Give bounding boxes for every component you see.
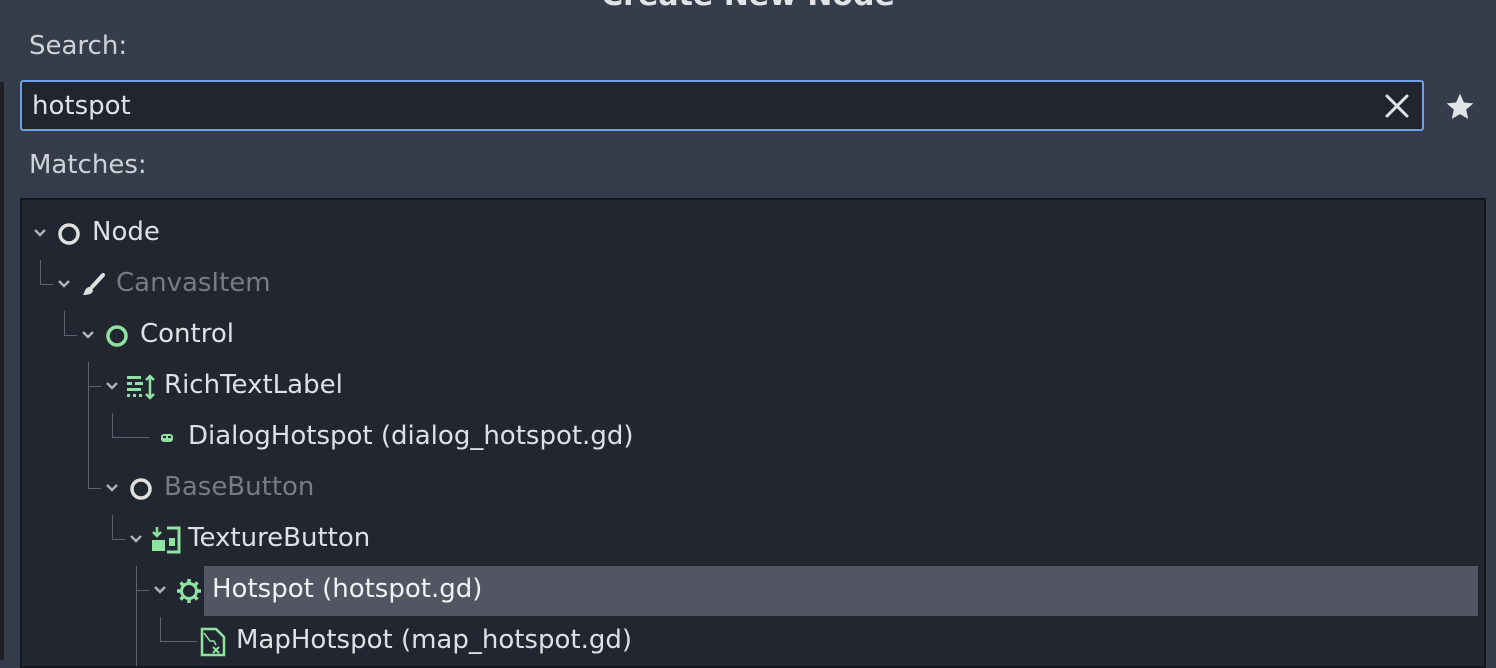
close-icon xyxy=(1385,94,1409,118)
chevron-down-icon[interactable] xyxy=(104,481,120,495)
brush-icon xyxy=(83,273,105,295)
chevron-down-icon[interactable] xyxy=(152,583,168,597)
clear-search-button[interactable] xyxy=(1382,91,1412,121)
tree-item-label: Node xyxy=(92,217,160,247)
tree-item-label: Hotspot (hotspot.gd) xyxy=(212,574,483,604)
tree-item-label: DialogHotspot (dialog_hotspot.gd) xyxy=(188,421,634,451)
star-icon xyxy=(1446,93,1474,119)
search-label: Search: xyxy=(29,31,128,61)
chevron-down-icon[interactable] xyxy=(128,532,144,546)
tree-item-dialoghotspot[interactable]: DialogHotspot (dialog_hotspot.gd) xyxy=(22,412,1478,463)
tree-item-control[interactable]: Control xyxy=(22,310,1478,361)
base-button-circle-icon xyxy=(130,478,152,500)
tree-item-texturebutton[interactable]: TextureButton xyxy=(22,514,1478,565)
tree-item-label: TextureButton xyxy=(188,523,371,553)
chevron-down-icon[interactable] xyxy=(56,277,72,291)
tree-item-node[interactable]: Node xyxy=(22,208,1478,259)
tree-item-label: Control xyxy=(140,319,234,349)
tree-item-label: BaseButton xyxy=(164,472,315,502)
node-circle-icon xyxy=(58,223,80,245)
favorite-button[interactable] xyxy=(1444,91,1476,123)
gear-icon xyxy=(177,579,201,603)
tree-item-label: CanvasItem xyxy=(116,268,271,298)
tree-item-maphotspot[interactable]: MapHotspot (map_hotspot.gd) xyxy=(22,616,1478,666)
chevron-down-icon[interactable] xyxy=(104,379,120,393)
search-input[interactable] xyxy=(32,82,1362,129)
dialog-hotspot-icon xyxy=(161,434,173,442)
tree-item-hotspot[interactable]: Hotspot (hotspot.gd) xyxy=(22,565,1478,616)
map-hotspot-icon xyxy=(200,627,226,657)
dialog-title: Create New Node xyxy=(0,0,1496,12)
search-field[interactable] xyxy=(20,80,1424,131)
matches-label: Matches: xyxy=(29,150,147,180)
control-circle-icon xyxy=(106,325,128,347)
tree-item-label: RichTextLabel xyxy=(164,370,343,400)
tree-item-canvasitem[interactable]: CanvasItem xyxy=(22,259,1478,310)
tree-item-richtextlabel[interactable]: RichTextLabel xyxy=(22,361,1478,412)
texture-button-icon xyxy=(152,526,181,554)
tree-item-label: MapHotspot (map_hotspot.gd) xyxy=(236,625,632,655)
tree-item-basebutton[interactable]: BaseButton xyxy=(22,463,1478,514)
chevron-down-icon[interactable] xyxy=(32,226,48,240)
left-panel-edge xyxy=(0,82,4,660)
node-tree[interactable]: Node CanvasItem Control RichTextLabel Di… xyxy=(20,198,1486,668)
rich-text-icon xyxy=(127,374,155,400)
chevron-down-icon[interactable] xyxy=(80,328,96,342)
